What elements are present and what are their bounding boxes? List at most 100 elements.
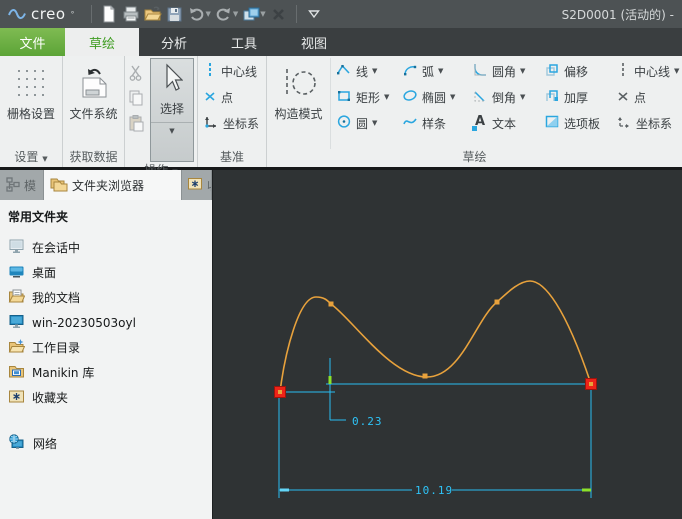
group-datum: 中心线 点 坐标系 基准	[198, 56, 267, 167]
offset-button[interactable]: 偏移	[539, 58, 611, 84]
brand-text: creo	[31, 5, 66, 23]
line-caret-icon[interactable]: ▼	[372, 67, 377, 75]
centerline2-caret-icon[interactable]: ▼	[674, 67, 679, 75]
palette-button[interactable]: 选项板	[539, 110, 611, 136]
fillet-caret-icon[interactable]: ▼	[520, 67, 525, 75]
print-icon[interactable]	[120, 3, 142, 25]
folder-item-in-session[interactable]: 在会话中	[8, 235, 212, 260]
arc-button[interactable]: 弧 ▼	[397, 58, 467, 84]
title-bar: creo ° ▼ ▼ ▼ S2D0001 (活动的) -	[0, 0, 682, 28]
model-tree-tab-label: 模	[24, 178, 37, 193]
select-caret-icon[interactable]: ▼	[151, 122, 193, 135]
circle-caret-icon[interactable]: ▼	[372, 119, 377, 127]
group-sketch: 构造模式 线 ▼ 矩形 ▼ 圆 ▼ 弧 ▼ 椭圆 ▼ 样条 圆角 ▼ 倒角 ▼ …	[267, 56, 682, 167]
spline-endpoints[interactable]	[274, 378, 597, 398]
folder-browser-tab-label: 文件夹浏览器	[72, 178, 145, 193]
clipboard-column	[125, 58, 147, 162]
working-directory-icon	[8, 338, 26, 357]
group-operations: 选择 ▼ 操作 ▼	[125, 56, 198, 177]
dimension-lines[interactable]	[278, 358, 592, 498]
computer-icon	[8, 313, 25, 332]
file-system-icon	[76, 61, 112, 105]
point-icon	[203, 89, 217, 106]
save-icon[interactable]	[164, 3, 186, 25]
get-data-group-label[interactable]: 获取数据	[63, 149, 124, 167]
manikin-library-icon	[8, 363, 25, 382]
palette-icon	[544, 114, 560, 132]
window-title: S2D0001 (活动的) -	[561, 7, 674, 22]
creo-wave-icon	[8, 9, 26, 20]
offset-icon	[544, 62, 560, 80]
file-system-button[interactable]: 文件系统	[63, 58, 124, 149]
csys-icon	[203, 114, 219, 132]
navigator-tabs: 模 文件夹浏览器 收	[0, 170, 212, 200]
dimension-value-vertical[interactable]: 0.23	[352, 415, 383, 428]
point2-icon	[616, 89, 630, 106]
centerline2-button[interactable]: 中心线 ▼	[611, 58, 682, 84]
grid-settings-button[interactable]: 栅格设置	[0, 58, 62, 149]
construction-mode-label: 构造模式	[274, 107, 323, 121]
csys-button[interactable]: 坐标系	[198, 110, 259, 136]
arc-icon	[402, 62, 418, 80]
customize-toolbar-icon[interactable]	[303, 3, 325, 25]
folder-browser-icon	[49, 176, 68, 195]
switch-windows-caret-icon: ▼	[260, 10, 266, 18]
close-window-icon[interactable]	[268, 3, 290, 25]
settings-group-label[interactable]: 设置 ▼	[0, 149, 62, 167]
spline-points[interactable]	[328, 299, 500, 379]
sketch-group-label[interactable]: 草绘	[267, 149, 682, 167]
tab-favorites[interactable]: 收	[182, 170, 212, 200]
chamfer-button[interactable]: 倒角 ▼	[467, 84, 539, 110]
rectangle-caret-icon[interactable]: ▼	[384, 93, 389, 101]
centerline-button[interactable]: 中心线	[198, 58, 259, 84]
csys2-button[interactable]: 坐标系	[611, 110, 682, 136]
folder-item-manikin-library[interactable]: Manikin 库	[8, 360, 212, 385]
spline-button[interactable]: 样条	[397, 110, 467, 136]
centerline2-icon	[616, 62, 630, 81]
open-icon[interactable]	[142, 3, 164, 25]
switch-windows-icon[interactable]	[240, 3, 262, 25]
grid-icon	[14, 61, 48, 105]
line-button[interactable]: 线 ▼	[331, 58, 397, 84]
tab-tools[interactable]: 工具	[209, 28, 279, 56]
creo-logo: creo °	[8, 5, 75, 23]
folder-item-network[interactable]: 网络	[8, 431, 212, 456]
fillet-button[interactable]: 圆角 ▼	[467, 58, 539, 84]
ellipse-button[interactable]: 椭圆 ▼	[397, 84, 467, 110]
tab-sketch[interactable]: 草绘	[65, 28, 139, 56]
spline-curve[interactable]	[279, 280, 592, 393]
folder-item-my-documents[interactable]: 我的文档	[8, 285, 212, 310]
folder-item-desktop[interactable]: 桌面	[8, 260, 212, 285]
chamfer-caret-icon[interactable]: ▼	[520, 93, 525, 101]
select-button[interactable]: 选择 ▼	[150, 58, 194, 162]
cut-icon	[126, 60, 146, 85]
tab-folder-browser[interactable]: 文件夹浏览器	[44, 170, 182, 200]
text-button[interactable]: A 文本	[467, 110, 539, 136]
circle-button[interactable]: 圆 ▼	[331, 110, 397, 136]
redo-icon	[213, 3, 235, 25]
redo-caret-icon: ▼	[232, 10, 239, 18]
tab-file[interactable]: 文件	[0, 28, 65, 56]
dimension-value-horizontal[interactable]: 10.19	[415, 484, 453, 497]
sketch-canvas[interactable]: 0.23 10.19	[213, 170, 682, 519]
tab-model-tree[interactable]: 模	[0, 170, 44, 200]
point-button[interactable]: 点	[198, 84, 259, 110]
datum-group-label[interactable]: 基准	[198, 149, 266, 167]
tab-view[interactable]: 视图	[279, 28, 349, 56]
point2-button[interactable]: 点	[611, 84, 682, 110]
folder-item-computer[interactable]: win-20230503oyl	[8, 310, 212, 335]
model-tree-icon	[5, 176, 20, 195]
new-file-icon[interactable]	[98, 3, 120, 25]
folder-item-favorites[interactable]: 收藏夹	[8, 385, 212, 410]
creo-window: creo ° ▼ ▼ ▼ S2D0001 (活动的) - 文件 草绘 分析 工具…	[0, 0, 682, 519]
rectangle-button[interactable]: 矩形 ▼	[331, 84, 397, 110]
tab-analysis[interactable]: 分析	[139, 28, 209, 56]
copy-icon	[126, 85, 146, 110]
thicken-button[interactable]: 加厚	[539, 84, 611, 110]
paste-icon	[126, 110, 146, 135]
folder-item-working-directory[interactable]: 工作目录	[8, 335, 212, 360]
ellipse-caret-icon[interactable]: ▼	[450, 93, 455, 101]
arc-caret-icon[interactable]: ▼	[438, 67, 443, 75]
thicken-icon	[544, 88, 560, 106]
construction-mode-button[interactable]: 构造模式	[267, 58, 330, 122]
